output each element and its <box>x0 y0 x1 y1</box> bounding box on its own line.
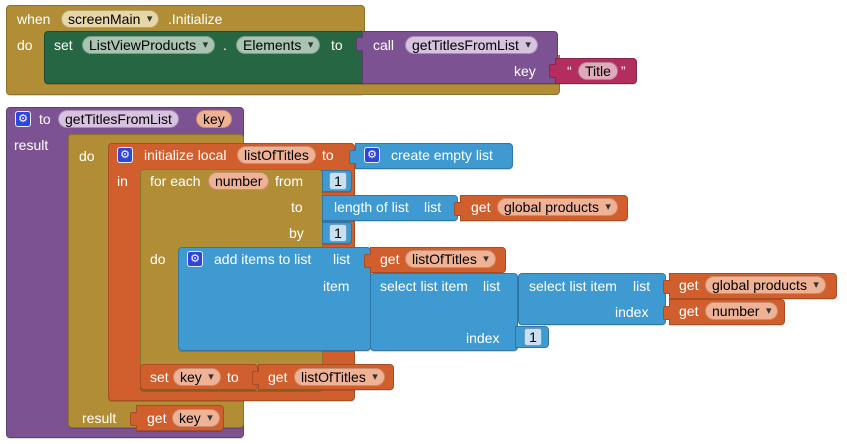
outer-index-number-field[interactable]: 1 <box>524 328 542 346</box>
get-label: get <box>679 277 699 293</box>
property-dropdown[interactable]: Elements <box>236 36 321 54</box>
call-output-tab <box>356 37 363 51</box>
select-inner-label: select list item <box>529 278 617 294</box>
call-label: call <box>373 37 395 53</box>
procedure-param-key[interactable]: key <box>196 110 232 128</box>
component-dropdown[interactable]: screenMain <box>61 10 160 28</box>
get-label: get <box>679 303 699 319</box>
select-outer-label: select list item <box>380 278 468 294</box>
setter-to-label: to <box>331 37 343 53</box>
local-var-name-field[interactable]: listOfTitles <box>237 146 316 164</box>
call-key-label: key <box>514 63 536 79</box>
select-outer-list-label: list <box>483 278 501 294</box>
set-to-label: to <box>227 369 239 385</box>
get-label: get <box>268 369 288 385</box>
init-in-label: in <box>117 173 128 189</box>
initialize-local-label: initialize local <box>144 147 227 163</box>
event-name-label: .Initialize <box>168 11 223 27</box>
get-output-tab <box>454 202 461 216</box>
by-label: by <box>289 225 304 241</box>
from-label: from <box>275 173 303 189</box>
procedure-name-field[interactable]: getTitlesFromList <box>58 110 179 128</box>
event-do-label: do <box>17 37 33 53</box>
close-quote: ” <box>621 63 626 79</box>
do-result-label: result <box>82 410 117 426</box>
create-empty-list-tab <box>349 150 356 164</box>
by-number-field[interactable]: 1 <box>329 224 347 242</box>
inner-index-label: index <box>615 304 649 320</box>
outer-index-label: index <box>466 330 500 346</box>
get-output-tab <box>663 280 670 294</box>
property-dot-label: . <box>223 37 227 53</box>
list-of-titles-dropdown[interactable]: listOfTitles <box>405 250 496 268</box>
result-key-dropdown[interactable]: key <box>172 409 220 427</box>
when-label: when <box>17 11 51 27</box>
inner-global-products-dropdown[interactable]: global products <box>705 276 826 294</box>
get-label: get <box>471 199 491 215</box>
get-output-tab <box>364 254 371 268</box>
procedure-to-label: to <box>39 111 51 127</box>
init-to-label: to <box>322 147 334 163</box>
call-procedure-dropdown[interactable]: getTitlesFromList <box>405 36 538 54</box>
gear-icon[interactable]: ⚙ <box>364 147 380 163</box>
set-label: set <box>54 37 73 53</box>
gear-icon[interactable]: ⚙ <box>187 251 203 267</box>
get-label: get <box>147 410 167 426</box>
open-quote: “ <box>567 63 572 79</box>
for-each-label: for each <box>150 173 201 189</box>
loop-do-label: do <box>150 251 166 267</box>
select-inner-list-label: list <box>633 278 651 294</box>
number-var-dropdown[interactable]: number <box>705 302 779 320</box>
target-component-dropdown[interactable]: ListViewProducts <box>82 36 216 54</box>
set-label: set <box>150 369 169 385</box>
add-list-label: list <box>333 251 351 267</box>
add-item-label: item <box>323 278 350 294</box>
gear-icon[interactable]: ⚙ <box>117 147 133 163</box>
create-empty-list-label: create empty list <box>391 147 493 163</box>
from-number-field[interactable]: 1 <box>329 172 347 190</box>
do-label: do <box>79 148 95 164</box>
global-products-dropdown[interactable]: global products <box>497 198 618 216</box>
gear-icon[interactable]: ⚙ <box>15 111 31 127</box>
loop-to-label: to <box>291 199 303 215</box>
get-output-tab <box>130 412 137 426</box>
length-list-label: list <box>424 199 442 215</box>
get-output-tab <box>252 371 259 385</box>
add-items-label: add items to list <box>214 251 312 267</box>
length-of-list-label: length of list <box>334 199 409 215</box>
set-var-dropdown[interactable]: key <box>173 368 221 386</box>
string-value-field[interactable]: Title <box>578 62 618 80</box>
set-get-var-dropdown[interactable]: listOfTitles <box>294 368 385 386</box>
text-output-tab <box>549 64 556 78</box>
get-label: get <box>380 251 400 267</box>
loop-var-field[interactable]: number <box>208 172 270 190</box>
procedure-result-label: result <box>14 137 49 153</box>
get-output-tab <box>663 306 670 320</box>
